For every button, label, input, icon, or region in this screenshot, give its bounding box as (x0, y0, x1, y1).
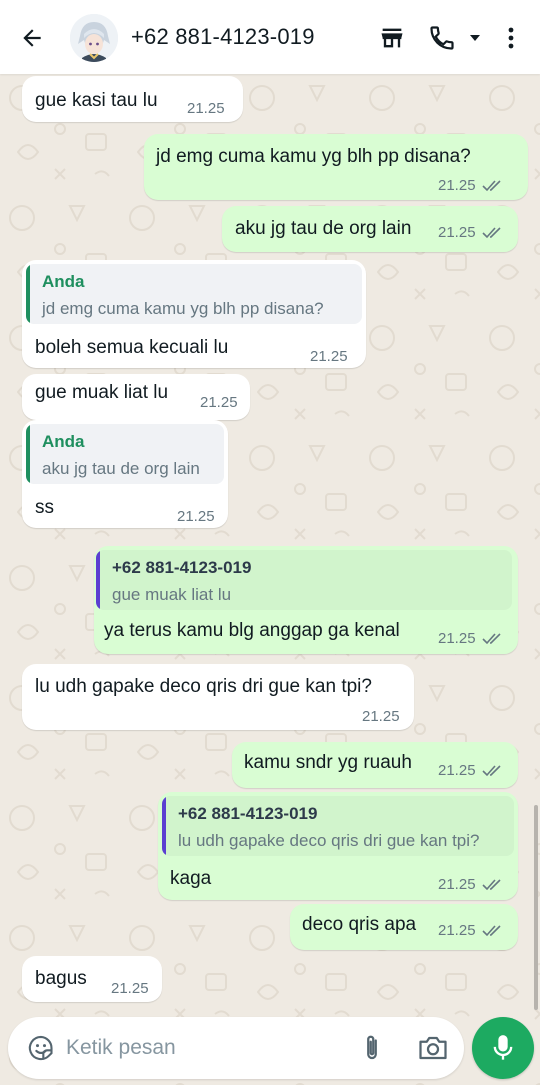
message-time: 21.25 (438, 224, 502, 241)
message-text: lu udh gapake deco qris dri gue kan tpi? (35, 676, 372, 697)
double-check-icon (481, 226, 501, 238)
attach-button[interactable] (356, 1031, 388, 1065)
quote-sender: Anda (42, 272, 85, 291)
phone-icon (430, 26, 454, 50)
contact-name[interactable]: +62 881-4123-019 (131, 24, 315, 50)
message-time: 21.25 (438, 922, 502, 939)
camera-icon (419, 1036, 447, 1060)
message-text: ss (35, 497, 54, 518)
quote-text: lu udh gapake deco qris dri gue kan tpi? (178, 831, 480, 850)
double-check-icon (481, 632, 501, 644)
arrow-left-icon (23, 29, 41, 47)
more-options-button[interactable] (496, 22, 526, 54)
double-check-icon (481, 878, 501, 890)
quote-bar (26, 424, 30, 484)
back-button[interactable] (16, 22, 48, 54)
message-time: 21.25 (438, 177, 502, 194)
message-time: 21.25 (438, 630, 502, 647)
caret-down-icon (470, 35, 480, 41)
message-bubble-incoming[interactable]: gue muak liat lu 21.25 (22, 374, 250, 420)
quote-sender: +62 881-4123-019 (112, 558, 252, 577)
paperclip-icon (367, 1035, 377, 1060)
quote-sender: +62 881-4123-019 (178, 804, 318, 823)
quote-text: jd emg cuma kamu yg blh pp disana? (42, 299, 324, 318)
message-time: 21.25 (111, 980, 149, 997)
quoted-message[interactable]: +62 881-4123-019 lu udh gapake deco qris… (162, 796, 514, 856)
store-button[interactable] (376, 22, 408, 54)
message-text: ya terus kamu blg anggap ga kenal (104, 620, 400, 641)
message-text: bagus (35, 968, 87, 989)
message-bubble-outgoing[interactable]: deco qris apa 21.25 (290, 904, 518, 950)
quote-text: gue muak liat lu (112, 585, 232, 604)
quote-bar (26, 264, 30, 324)
message-time: 21.25 (310, 348, 348, 365)
message-text: gue kasi tau lu (35, 90, 158, 111)
message-time: 21.25 (200, 394, 238, 411)
message-time: 21.25 (362, 708, 400, 725)
chat-header: +62 881-4123-019 (0, 0, 540, 74)
message-input[interactable]: Ketik pesan (66, 1036, 176, 1060)
voice-message-button[interactable] (472, 1017, 534, 1079)
message-time: 21.25 (177, 508, 215, 525)
message-bubble-incoming[interactable]: gue kasi tau lu 21.25 (22, 76, 243, 122)
quoted-message[interactable]: Anda jd emg cuma kamu yg blh pp disana? (26, 264, 362, 324)
chat-area[interactable]: gue kasi tau lu 21.25 jd emg cuma kamu y… (0, 74, 540, 1085)
message-text: deco qris apa (302, 914, 417, 935)
message-text: kamu sndr yg ruauh (244, 752, 412, 773)
message-time: 21.25 (187, 100, 225, 117)
sticker-icon (28, 1035, 53, 1061)
more-vertical-icon (508, 27, 514, 49)
message-text: gue muak liat lu (35, 382, 169, 403)
message-text: kaga (170, 868, 212, 889)
message-bubble-incoming-reply[interactable]: Anda jd emg cuma kamu yg blh pp disana? … (22, 260, 366, 368)
quote-sender: Anda (42, 432, 85, 451)
double-check-icon (481, 764, 501, 776)
call-button[interactable] (426, 22, 458, 54)
quoted-message[interactable]: +62 881-4123-019 gue muak liat lu (96, 550, 512, 610)
camera-button[interactable] (416, 1031, 450, 1065)
double-check-icon (481, 924, 501, 936)
message-text: aku jg tau de org lain (235, 218, 412, 239)
message-bubble-outgoing[interactable]: kamu sndr yg ruauh 21.25 (232, 742, 518, 788)
sticker-button[interactable] (26, 1033, 56, 1063)
message-bubble-incoming-reply[interactable]: Anda aku jg tau de org lain ss 21.25 (22, 420, 228, 528)
double-check-icon (481, 179, 501, 191)
message-bubble-incoming[interactable]: lu udh gapake deco qris dri gue kan tpi?… (22, 664, 414, 730)
quote-text: aku jg tau de org lain (42, 459, 200, 478)
message-bubble-outgoing-reply[interactable]: +62 881-4123-019 gue muak liat lu ya ter… (94, 546, 518, 654)
message-bubble-outgoing-reply[interactable]: +62 881-4123-019 lu udh gapake deco qris… (158, 792, 518, 900)
quote-bar (96, 550, 100, 610)
message-bubble-outgoing[interactable]: aku jg tau de org lain 21.25 (222, 206, 518, 252)
message-text: jd emg cuma kamu yg blh pp disana? (156, 146, 471, 167)
quoted-message[interactable]: Anda aku jg tau de org lain (26, 424, 224, 484)
message-time: 21.25 (438, 876, 502, 893)
contact-avatar[interactable] (70, 14, 118, 62)
chat-scrollbar[interactable] (534, 805, 538, 1010)
store-icon (381, 28, 403, 48)
message-bubble-incoming[interactable]: bagus 21.25 (22, 956, 162, 1002)
quote-bar (162, 796, 166, 856)
call-options-button[interactable] (461, 22, 489, 54)
microphone-icon (493, 1035, 513, 1060)
message-bubble-outgoing[interactable]: jd emg cuma kamu yg blh pp disana? 21.25 (144, 134, 528, 200)
message-composer[interactable]: Ketik pesan (8, 1017, 464, 1079)
message-text: boleh semua kecuali lu (35, 337, 229, 358)
message-time: 21.25 (438, 762, 502, 779)
